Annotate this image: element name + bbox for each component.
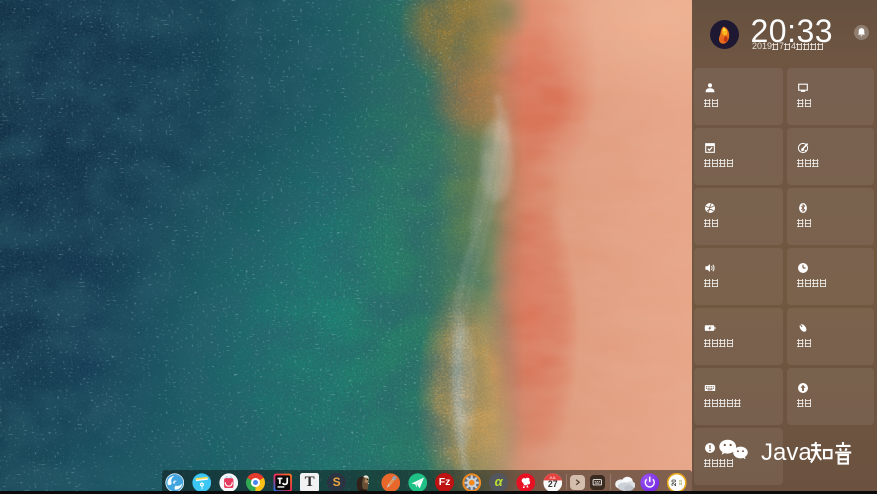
svg-text:20: 20 — [671, 479, 678, 487]
svg-text:27: 27 — [548, 479, 558, 489]
svg-text:33: 33 — [678, 480, 684, 486]
svg-text:JUL: JUL — [549, 475, 557, 480]
